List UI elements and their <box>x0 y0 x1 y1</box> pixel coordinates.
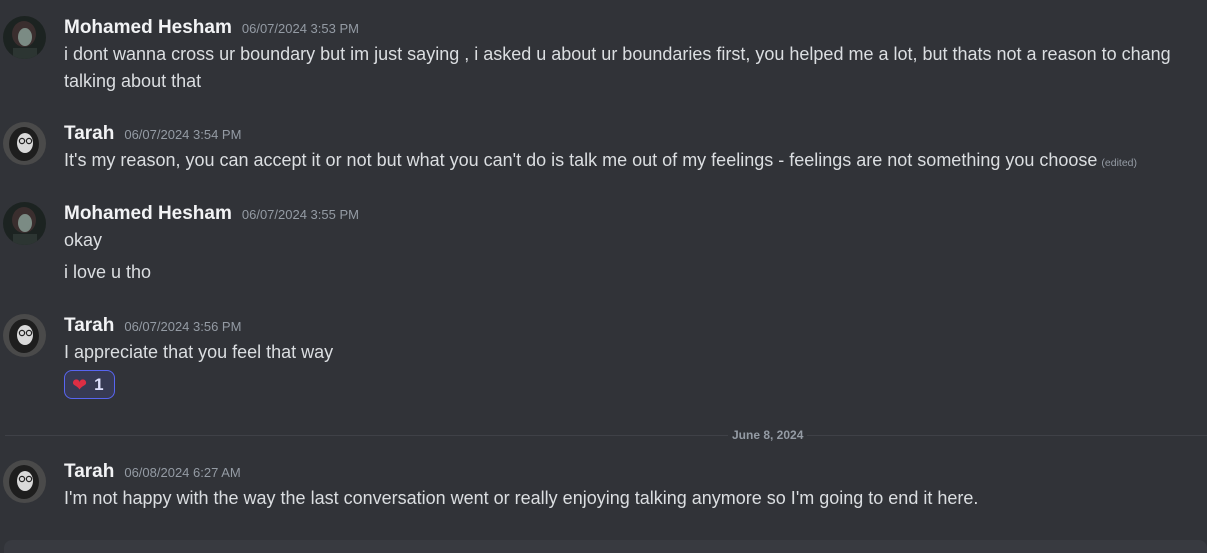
glasses-portrait-avatar-icon <box>3 314 46 357</box>
timestamp[interactable]: 06/07/2024 3:53 PM <box>242 21 359 36</box>
avatar[interactable] <box>3 122 46 165</box>
username[interactable]: Tarah <box>64 461 114 483</box>
username[interactable]: Tarah <box>64 315 114 337</box>
reaction-count: 1 <box>94 374 104 394</box>
username[interactable]: Tarah <box>64 123 114 145</box>
message-body: It's my reason, you can accept it or not… <box>64 150 1098 170</box>
timestamp[interactable]: 06/08/2024 6:27 AM <box>124 465 240 480</box>
message-header: Mohamed Hesham 06/07/2024 3:53 PM <box>64 17 359 39</box>
message-text: i dont wanna cross ur boundary but im ju… <box>64 44 1171 64</box>
message-text: talking about that <box>64 71 202 91</box>
avatar[interactable] <box>3 202 46 245</box>
message-composer[interactable] <box>4 540 1207 553</box>
message-header: Tarah 06/07/2024 3:54 PM <box>64 123 241 145</box>
message-text: i love u tho <box>64 262 152 282</box>
message-text: okay <box>64 230 103 250</box>
message-text: I'm not happy with the way the last conv… <box>64 488 979 508</box>
glasses-portrait-avatar-icon <box>3 122 46 165</box>
avatar[interactable] <box>3 460 46 503</box>
username[interactable]: Mohamed Hesham <box>64 17 232 39</box>
timestamp[interactable]: 06/07/2024 3:56 PM <box>124 319 241 334</box>
message-text: It's my reason, you can accept it or not… <box>64 147 1137 177</box>
reaction-button[interactable]: ❤ 1 <box>64 370 115 399</box>
avatar[interactable] <box>3 314 46 357</box>
timestamp[interactable]: 06/07/2024 3:55 PM <box>242 207 359 222</box>
avatar[interactable] <box>3 16 46 59</box>
dark-portrait-avatar-icon <box>3 202 46 245</box>
dark-portrait-avatar-icon <box>3 16 46 59</box>
date-divider-line <box>5 435 1207 436</box>
timestamp[interactable]: 06/07/2024 3:54 PM <box>124 127 241 142</box>
edited-indicator: (edited) <box>1101 157 1138 169</box>
username[interactable]: Mohamed Hesham <box>64 203 232 225</box>
message-header: Mohamed Hesham 06/07/2024 3:55 PM <box>64 203 359 225</box>
chat-messages: Mohamed Hesham 06/07/2024 3:53 PM i dont… <box>0 0 1207 553</box>
red-heart-emoji-icon: ❤ <box>72 374 88 395</box>
glasses-portrait-avatar-icon <box>3 460 46 503</box>
message-text: I appreciate that you feel that way <box>64 342 334 362</box>
message-header: Tarah 06/07/2024 3:56 PM <box>64 315 241 337</box>
message-header: Tarah 06/08/2024 6:27 AM <box>64 461 241 483</box>
date-divider-label: June 8, 2024 <box>728 428 808 442</box>
